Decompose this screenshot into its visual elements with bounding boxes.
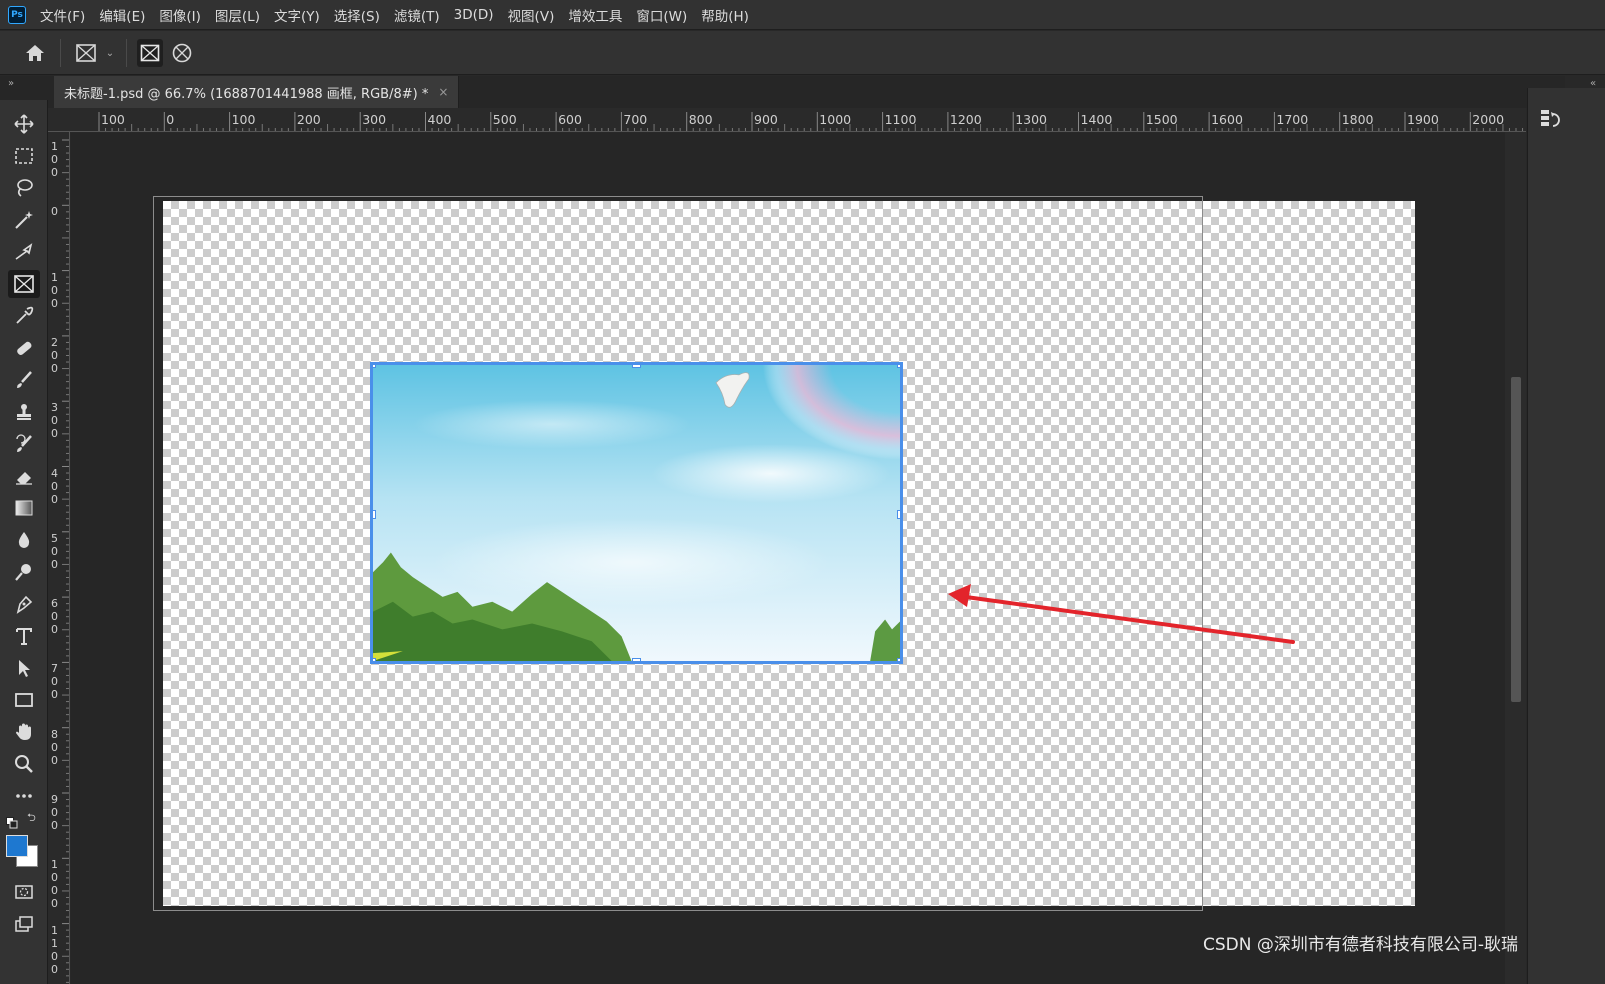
move-tool-icon[interactable]: [8, 110, 40, 138]
ruler-label: 1100: [51, 923, 58, 976]
ruler-label: 1200: [949, 112, 982, 127]
frame-tool-icon[interactable]: [8, 270, 40, 298]
menu-layer[interactable]: 图层(L): [215, 5, 260, 25]
menu-view[interactable]: 视图(V): [508, 5, 555, 25]
blur-tool-icon[interactable]: [8, 526, 40, 554]
pen-tool-icon[interactable]: [8, 590, 40, 618]
ruler-label: 1600: [1211, 112, 1243, 127]
canvas-workspace[interactable]: [71, 133, 1526, 984]
ruler-label: 800: [51, 727, 58, 767]
separator: [126, 39, 127, 67]
hand-tool-icon[interactable]: [8, 718, 40, 746]
marquee-tool-icon[interactable]: [8, 142, 40, 170]
ruler-label: 400: [51, 466, 58, 506]
menu-bar: Ps 文件(F) 编辑(E) 图像(I) 图层(L) 文字(Y) 选择(S) 滤…: [0, 0, 1605, 30]
path-select-tool-icon[interactable]: [8, 654, 40, 682]
object-select-tool-icon[interactable]: [8, 238, 40, 266]
tools-panel: ⮌: [0, 100, 48, 984]
menu-window[interactable]: 窗口(W): [636, 5, 687, 25]
menu-plugins[interactable]: 增效工具: [568, 5, 622, 25]
chevron-down-icon[interactable]: ⌄: [104, 45, 116, 61]
eyedropper-tool-icon[interactable]: [8, 302, 40, 330]
ruler-label: 100: [231, 112, 256, 127]
ruler-label: 1400: [1080, 112, 1113, 127]
history-brush-tool-icon[interactable]: [8, 430, 40, 458]
swap-colors-icon[interactable]: ⮌: [27, 812, 39, 824]
ruler-label: 0: [51, 205, 58, 219]
menu-image[interactable]: 图像(I): [159, 5, 201, 25]
menu-file[interactable]: 文件(F): [40, 5, 85, 25]
frame-tool-icon[interactable]: [73, 41, 99, 65]
annotation-arrow: [948, 584, 1295, 644]
magic-wand-tool-icon[interactable]: [8, 206, 40, 234]
options-bar: ⌄: [0, 31, 1605, 75]
ruler-label: 700: [51, 662, 58, 702]
type-tool-icon[interactable]: [8, 622, 40, 650]
document-tab-title: 未标题-1.psd @ 66.7% (1688701441988 画框, RGB…: [64, 86, 429, 102]
ruler-label: 0: [166, 112, 175, 127]
ruler-label: 1500: [1145, 112, 1178, 127]
ruler-label: 800: [688, 112, 713, 127]
ruler-label: 200: [51, 335, 58, 375]
menu-help[interactable]: 帮助(H): [701, 5, 749, 25]
clone-stamp-tool-icon[interactable]: [8, 398, 40, 426]
vertical-scrollbar[interactable]: [1505, 132, 1526, 984]
right-panel-dock: [1527, 88, 1605, 984]
menu-edit[interactable]: 编辑(E): [99, 5, 145, 25]
gradient-tool-icon[interactable]: [8, 494, 40, 522]
ruler-label: 1000: [819, 112, 852, 127]
ruler-label: 600: [558, 112, 582, 127]
ruler-label: 500: [51, 531, 58, 571]
menu-3d[interactable]: 3D(D): [454, 7, 494, 23]
ruler-label: 2000: [1472, 112, 1505, 127]
foreground-color-swatch[interactable]: [6, 835, 28, 857]
ruler-label: 1900: [1407, 112, 1439, 127]
close-icon[interactable]: ×: [438, 85, 448, 99]
watermark-text: CSDN @深圳市有德者科技有限公司-耿瑞: [1203, 935, 1519, 955]
ruler-label: 1800: [1341, 112, 1374, 127]
quick-mask-icon[interactable]: [8, 878, 40, 906]
ruler-label: 100: [51, 270, 58, 310]
menu-select[interactable]: 选择(S): [334, 5, 380, 25]
ruler-label: 300: [362, 112, 387, 127]
ruler-label: 1300: [1015, 112, 1047, 127]
ruler-label: 900: [754, 112, 778, 127]
horizontal-ruler[interactable]: 100 0 100 200 300 400 500 600 700 800 900 1000 1100 1…: [48, 108, 1526, 132]
more-tools-icon[interactable]: [8, 782, 40, 810]
dodge-tool-icon[interactable]: [8, 558, 40, 586]
ruler-label: 400: [427, 112, 452, 127]
scrollbar-thumb[interactable]: [1511, 377, 1521, 702]
document-tab-bar: 未标题-1.psd @ 66.7% (1688701441988 画框, RGB…: [0, 76, 1565, 108]
brush-tool-icon[interactable]: [8, 366, 40, 394]
ruler-label: 1700: [1276, 112, 1309, 127]
ruler-label: 600: [51, 597, 58, 637]
healing-brush-tool-icon[interactable]: [8, 334, 40, 362]
ruler-label: 900: [51, 793, 58, 832]
ruler-label: 1100: [884, 112, 917, 127]
document-tab[interactable]: 未标题-1.psd @ 66.7% (1688701441988 画框, RGB…: [54, 76, 460, 108]
ruler-label: 700: [623, 112, 648, 127]
ruler-label: 100: [51, 140, 58, 179]
vertical-ruler[interactable]: 100010020030040050060070080090010001100: [48, 132, 70, 984]
menu-type[interactable]: 文字(Y): [274, 5, 320, 25]
rectangle-frame-icon[interactable]: [137, 39, 163, 67]
history-panel-icon[interactable]: [1538, 106, 1564, 132]
ruler-label: 200: [296, 112, 321, 127]
zoom-tool-icon[interactable]: [8, 750, 40, 778]
ruler-label: 100: [101, 112, 125, 127]
collapse-toolbar-icon[interactable]: »: [8, 78, 14, 89]
menu-filter[interactable]: 滤镜(T): [394, 5, 440, 25]
ruler-label: 1000: [51, 858, 58, 911]
home-icon[interactable]: [22, 41, 48, 65]
eraser-tool-icon[interactable]: [8, 462, 40, 490]
lasso-tool-icon[interactable]: [8, 174, 40, 202]
separator: [60, 39, 61, 67]
default-colors-icon[interactable]: [6, 814, 18, 829]
ruler-label: 300: [51, 401, 58, 441]
ruler-label: 500: [492, 112, 517, 127]
ellipse-frame-icon[interactable]: [169, 41, 195, 65]
photoshop-logo: Ps: [8, 5, 26, 24]
rectangle-tool-icon[interactable]: [8, 686, 40, 714]
screen-mode-icon[interactable]: [8, 910, 40, 938]
